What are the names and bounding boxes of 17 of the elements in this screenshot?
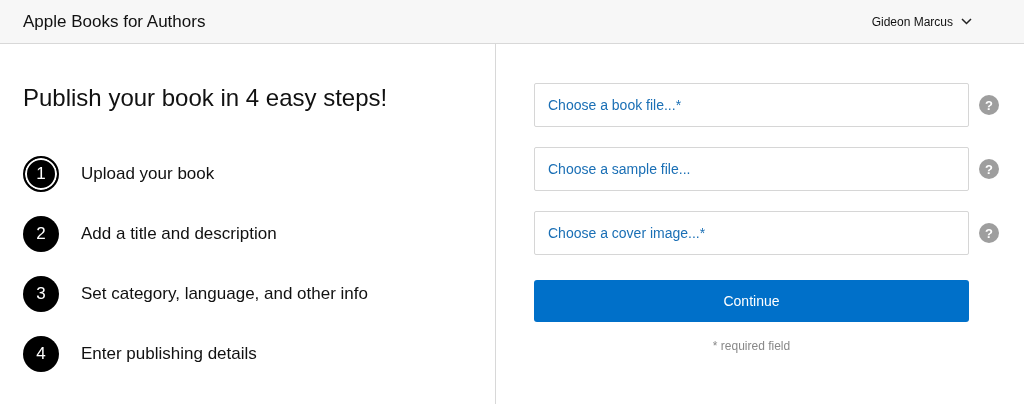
step-number: 1 [23, 156, 59, 192]
file-picker[interactable]: Choose a cover image...* [534, 211, 969, 255]
user-menu[interactable]: Gideon Marcus [871, 14, 972, 29]
step-label: Upload your book [81, 164, 215, 184]
step-label: Enter publishing details [81, 344, 257, 364]
step-label: Set category, language, and other info [81, 284, 368, 304]
page-heading: Publish your book in 4 easy steps! [23, 84, 389, 113]
file-picker[interactable]: Choose a sample file... [534, 147, 969, 191]
app-title: Apple Books for Authors [23, 11, 206, 32]
step-number: 3 [23, 276, 59, 312]
continue-button[interactable]: Continue [534, 280, 969, 322]
file-picker[interactable]: Choose a book file...* [534, 83, 969, 127]
step-number: 2 [23, 216, 59, 252]
step-number: 4 [23, 336, 59, 372]
required-field-note: * required field [711, 339, 792, 353]
step-label: Add a title and description [81, 224, 277, 244]
chevron-icon [961, 18, 972, 25]
